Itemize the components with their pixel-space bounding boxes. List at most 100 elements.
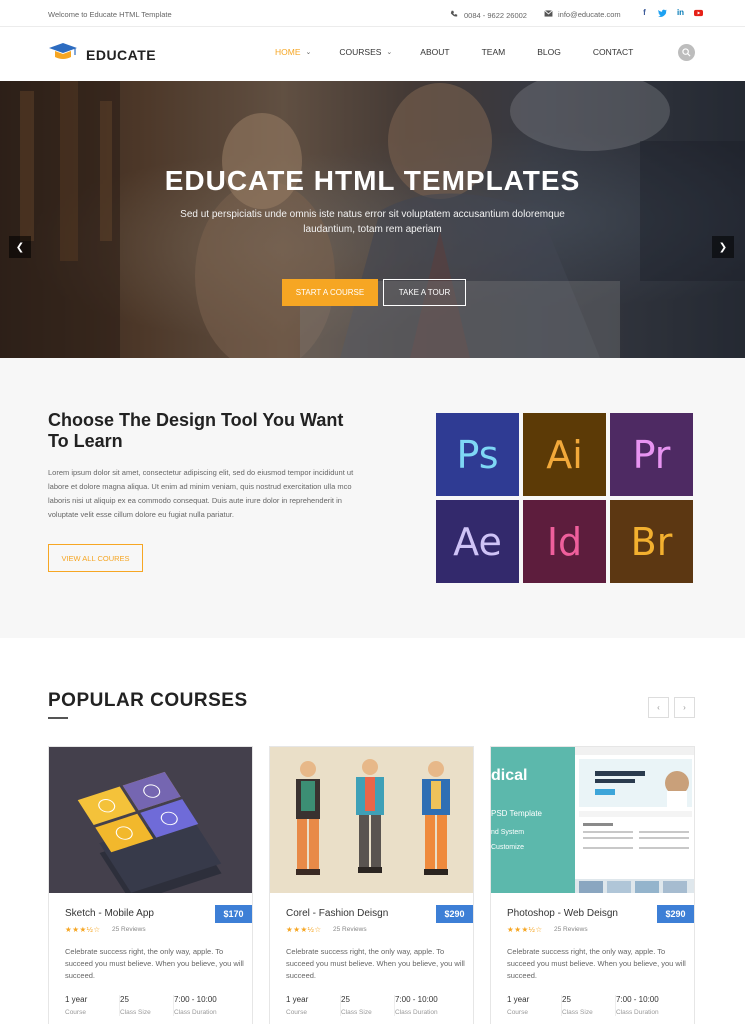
price-badge: $170	[215, 905, 252, 923]
course-duration: 1 year	[65, 995, 88, 1004]
search-button[interactable]	[678, 44, 695, 61]
indesign-tile[interactable]: Id	[523, 500, 606, 583]
preview-subtitle: PSD Template	[491, 809, 542, 818]
design-tools-section: Choose The Design Tool You Want To Learn…	[0, 358, 745, 638]
price-badge: $290	[436, 905, 473, 923]
facebook-icon[interactable]: f	[640, 8, 649, 17]
youtube-icon[interactable]	[694, 8, 703, 17]
bridge-tile[interactable]: Br	[610, 500, 693, 583]
tile-label: Id	[546, 519, 583, 564]
tools-description: Lorem ipsum dolor sit amet, consectetur …	[48, 468, 354, 519]
after-effects-tile[interactable]: Ae	[436, 500, 519, 583]
medical-template-preview: dical PSD Template nd System Customize	[491, 747, 575, 893]
hero-subtitle: Sed ut perspiciatis unde omnis iste natu…	[180, 209, 565, 235]
course-image	[270, 747, 473, 893]
slider-prev-button[interactable]: ❮	[9, 236, 31, 258]
course-description: Celebrate success right, the only way, a…	[65, 947, 244, 980]
mail-icon	[544, 10, 553, 19]
main-nav: HOME ⌄ COURSES ⌄ ABOUT TEAM BLOG CONTACT	[275, 47, 661, 57]
course-duration: 1 year	[286, 995, 309, 1004]
course-duration-label: Course	[65, 1009, 86, 1016]
take-tour-button[interactable]: TAKE A TOUR	[383, 279, 466, 306]
class-size-label: Class Size	[562, 1009, 593, 1016]
reviews-count: 25 Reviews	[554, 926, 588, 933]
hero-title: EDUCATE HTML TEMPLATES	[164, 165, 581, 196]
site-header: EDUCATE HOME ⌄ COURSES ⌄ ABOUT TEAM BLOG…	[0, 27, 745, 81]
class-size: 25	[562, 995, 571, 1004]
nav-home-label: HOME	[275, 47, 301, 57]
reviews-count: 25 Reviews	[112, 926, 146, 933]
search-icon	[682, 44, 691, 62]
class-size: 25	[341, 995, 350, 1004]
carousel-prev-button[interactable]: ‹	[648, 697, 669, 718]
view-all-courses-button[interactable]: VIEW ALL COURES	[48, 544, 143, 572]
graduation-cap-icon	[48, 42, 78, 67]
nav-blog[interactable]: BLOG	[537, 47, 561, 57]
reviews-count: 25 Reviews	[333, 926, 367, 933]
preview-line: nd System	[491, 829, 525, 836]
class-duration-label: Class Duration	[395, 1009, 438, 1016]
class-duration: 7:00 - 10:00	[616, 995, 659, 1004]
tool-tiles-grid: Ps Ai Pr Ae Id Br	[436, 413, 695, 583]
tile-label: Ai	[546, 432, 583, 477]
popular-courses-title: POPULAR COURSES	[48, 690, 248, 711]
class-duration: 7:00 - 10:00	[395, 995, 438, 1004]
nav-team-label: TEAM	[481, 47, 506, 57]
course-card[interactable]: Sketch - Mobile App $170 ★★★½☆ 25 Review…	[48, 746, 253, 1024]
tools-title: Choose The Design Tool You Want To Learn	[48, 410, 344, 451]
preview-headline: dical	[491, 767, 528, 784]
course-title[interactable]: Corel - Fashion Deisgn	[286, 908, 388, 919]
class-duration-label: Class Duration	[616, 1009, 659, 1016]
photoshop-tile[interactable]: Ps	[436, 413, 519, 496]
chevron-down-icon: ⌄	[305, 49, 312, 56]
start-course-button[interactable]: START A COURSE	[282, 279, 378, 306]
tile-label: Br	[630, 519, 673, 564]
course-description: Celebrate success right, the only way, a…	[286, 947, 465, 980]
nav-courses[interactable]: COURSES ⌄	[339, 47, 392, 57]
nav-courses-label: COURSES	[339, 47, 382, 57]
price-badge: $290	[657, 905, 694, 923]
tile-label: Pr	[632, 432, 671, 477]
nav-about-label: ABOUT	[420, 47, 450, 57]
course-meta: 1 year Course 25 Class Size 7:00 - 10:00 Cl…	[286, 995, 466, 1016]
course-title[interactable]: Sketch - Mobile App	[65, 908, 154, 919]
course-card[interactable]: dical PSD Template nd System Customize P…	[490, 746, 695, 1024]
class-duration: 7:00 - 10:00	[174, 995, 217, 1004]
star-rating: ★★★½☆	[65, 925, 101, 934]
premiere-tile[interactable]: Pr	[610, 413, 693, 496]
title-underline	[48, 717, 68, 719]
linkedin-icon[interactable]: in	[676, 8, 685, 17]
class-size: 25	[120, 995, 129, 1004]
nav-blog-label: BLOG	[537, 47, 561, 57]
carousel-next-button[interactable]: ›	[674, 697, 695, 718]
phone-contact[interactable]: 0084 - 9622 26002	[450, 10, 527, 20]
logo-text: EDUCATE	[86, 46, 157, 63]
preview-line: Customize	[491, 844, 525, 851]
tile-label: Ps	[456, 432, 499, 477]
nav-team[interactable]: TEAM	[482, 47, 506, 57]
illustrator-tile[interactable]: Ai	[523, 413, 606, 496]
hero-slider: EDUCATE HTML TEMPLATES Sed ut perspiciat…	[0, 81, 745, 358]
class-size-label: Class Size	[341, 1009, 372, 1016]
logo[interactable]: EDUCATE	[48, 42, 156, 67]
class-size-label: Class Size	[120, 1009, 151, 1016]
course-title[interactable]: Photoshop - Web Deisgn	[507, 908, 618, 919]
chevron-left-icon: ❮	[15, 241, 25, 253]
twitter-icon[interactable]	[658, 8, 667, 17]
course-meta: 1 year Course 25 Class Size 7:00 - 10:00 Cl…	[65, 995, 245, 1016]
course-duration-label: Course	[286, 1009, 307, 1016]
nav-contact[interactable]: CONTACT	[593, 47, 633, 57]
star-rating: ★★★½☆	[286, 925, 322, 934]
nav-home[interactable]: HOME ⌄	[275, 47, 311, 57]
course-image	[49, 747, 252, 893]
slider-next-button[interactable]: ❯	[712, 236, 734, 258]
chevron-right-icon: ❯	[718, 241, 728, 253]
class-duration-label: Class Duration	[174, 1009, 217, 1016]
course-card[interactable]: Corel - Fashion Deisgn $290 ★★★½☆ 25 Rev…	[269, 746, 474, 1024]
email-contact[interactable]: info@educate.com	[544, 10, 621, 19]
phone-number: 0084 - 9622 26002	[464, 10, 527, 20]
course-image: dical PSD Template nd System Customize	[491, 747, 694, 893]
phone-icon	[450, 10, 458, 20]
course-duration-label: Course	[507, 1009, 528, 1016]
nav-about[interactable]: ABOUT	[420, 47, 449, 57]
